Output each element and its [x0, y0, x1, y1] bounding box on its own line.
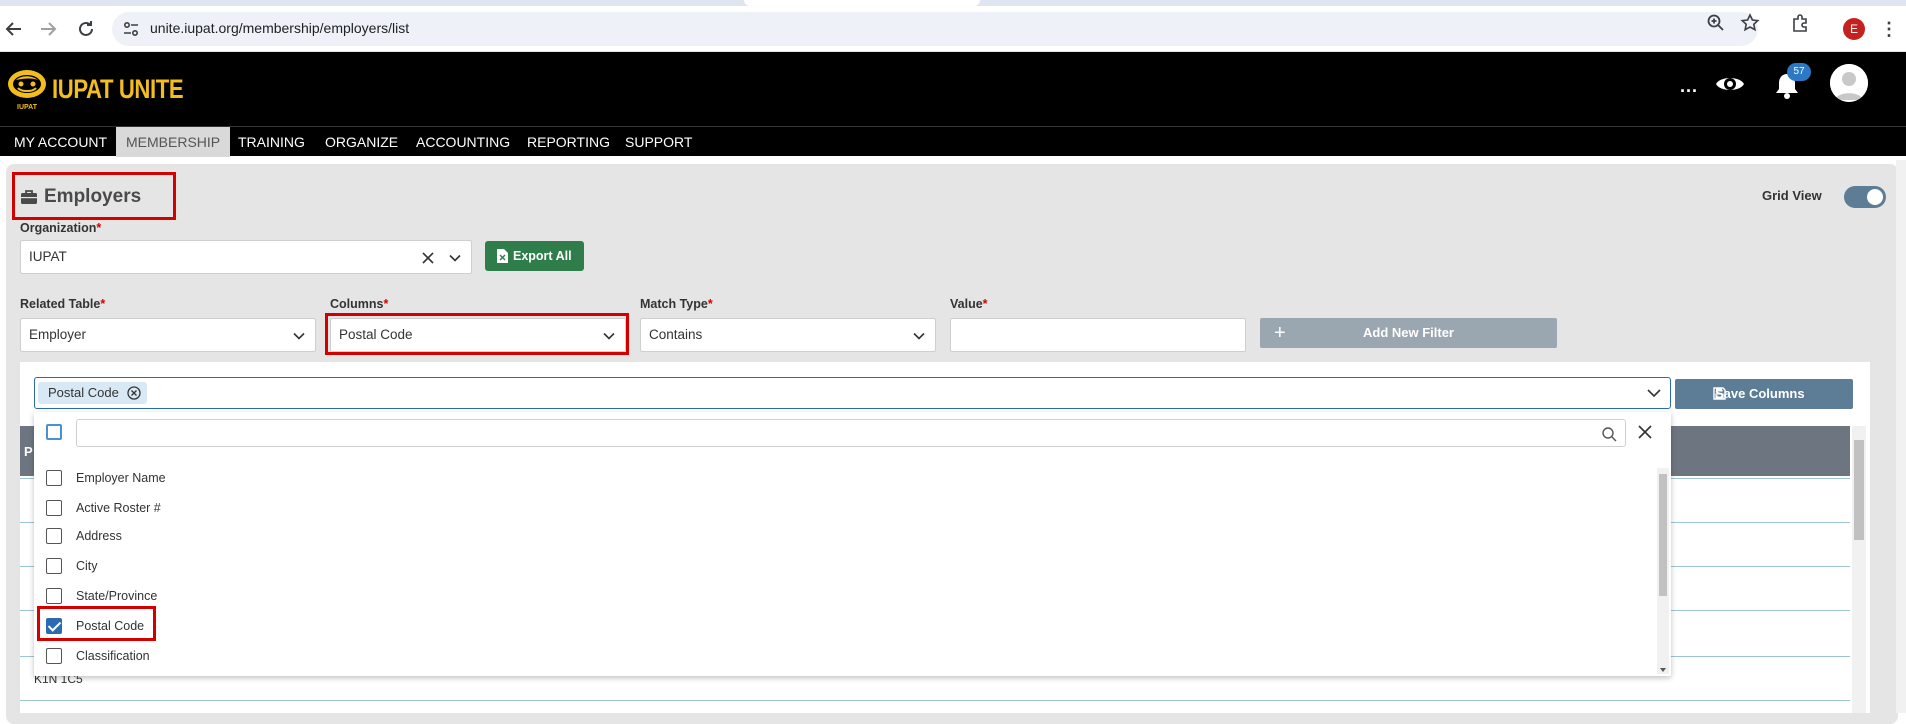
match-type-select[interactable]: Contains — [640, 318, 936, 352]
column-multiselect[interactable] — [34, 377, 1671, 409]
iupat-logo[interactable]: IUPAT IUPAT UNITE — [4, 66, 212, 112]
option-checkbox[interactable] — [46, 470, 62, 486]
page-title-text: Employers — [44, 186, 142, 207]
column-search-input[interactable] — [76, 419, 1626, 447]
value-input[interactable] — [950, 318, 1246, 352]
match-type-value: Contains — [649, 327, 703, 342]
page-title: Employers — [20, 186, 141, 208]
columns-label: Columns* — [330, 297, 389, 311]
close-icon[interactable] — [1638, 425, 1652, 439]
logo-text: IUPAT UNITE — [52, 73, 184, 104]
browser-profile-avatar[interactable]: E — [1843, 18, 1865, 40]
search-icon — [1602, 427, 1617, 442]
add-new-filter-button[interactable]: + Add New Filter — [1260, 318, 1557, 348]
puzzle-icon[interactable] — [1790, 13, 1810, 33]
option-checkbox[interactable] — [46, 588, 62, 604]
save-columns-label: Save Columns — [1715, 386, 1805, 401]
selected-column-chip[interactable]: Postal Code — [38, 382, 147, 404]
svg-text:IUPAT: IUPAT — [17, 104, 38, 111]
option-label: Employer Name — [76, 471, 166, 485]
scroll-down-arrow-icon[interactable] — [1660, 668, 1666, 672]
chip-label: Postal Code — [48, 385, 119, 400]
floppy-disk-icon — [1713, 387, 1726, 400]
select-all-checkbox[interactable] — [46, 424, 62, 440]
notification-badge: 57 — [1787, 63, 1811, 81]
chevron-down-icon[interactable] — [449, 252, 461, 264]
column-option-city[interactable]: City — [46, 556, 98, 576]
column-option-employer-name[interactable]: Employer Name — [46, 468, 166, 488]
more-options-icon[interactable]: ... — [1680, 76, 1698, 97]
postal-code-highlight-box — [37, 606, 156, 641]
related-table-value: Employer — [29, 327, 87, 342]
menu-reporting[interactable]: REPORTING — [517, 127, 620, 157]
zoom-icon[interactable] — [1706, 13, 1726, 33]
option-checkbox[interactable] — [46, 558, 62, 574]
option-checkbox[interactable] — [46, 500, 62, 516]
match-type-label: Match Type* — [640, 297, 713, 311]
organization-select[interactable]: IUPAT — [20, 240, 472, 274]
iupat-logo-mark: IUPAT — [8, 70, 46, 111]
column-option-active-roster[interactable]: Active Roster # — [46, 498, 161, 518]
grid-scrollbar[interactable] — [1852, 426, 1866, 713]
menu-training[interactable]: TRAINING — [228, 127, 315, 157]
forward-arrow-icon[interactable] — [36, 17, 60, 41]
add-new-filter-label: Add New Filter — [1362, 325, 1454, 340]
organization-label: Organization* — [20, 221, 102, 235]
export-all-label: Export All — [513, 249, 572, 263]
dropdown-scrollbar[interactable] — [1657, 468, 1669, 674]
briefcase-icon — [21, 190, 37, 204]
related-table-select[interactable]: Employer — [20, 318, 316, 352]
option-checkbox[interactable] — [46, 528, 62, 544]
star-icon[interactable] — [1740, 13, 1760, 33]
column-option-state-province[interactable]: State/Province — [46, 586, 157, 606]
site-settings-icon[interactable] — [122, 20, 140, 38]
grid-row-divider — [20, 700, 1850, 701]
plus-icon: + — [1274, 322, 1286, 344]
chevron-down-icon[interactable] — [293, 330, 305, 342]
column-option-classification[interactable]: Classification — [46, 646, 150, 666]
browser-toolbar: unite.iupat.org/membership/employers/lis… — [0, 6, 1906, 52]
grid-header-text: P — [24, 444, 33, 459]
menu-support[interactable]: SUPPORT — [615, 127, 702, 157]
back-arrow-icon[interactable] — [2, 17, 26, 41]
app-header: IUPAT IUPAT UNITE ... 57 — [0, 52, 1906, 126]
grid-view-label: Grid View — [1762, 188, 1822, 203]
column-option-address[interactable]: Address — [46, 526, 122, 546]
columns-highlight-box — [325, 313, 629, 355]
dropdown-scrollbar-thumb[interactable] — [1659, 474, 1667, 596]
export-all-button[interactable]: Export All — [485, 241, 584, 271]
user-avatar[interactable] — [1830, 64, 1868, 102]
remove-chip-icon[interactable] — [127, 386, 141, 400]
menu-membership[interactable]: MEMBERSHIP — [116, 127, 231, 157]
organization-value: IUPAT — [29, 249, 67, 264]
save-columns-button[interactable]: Save Columns — [1675, 379, 1853, 409]
excel-file-icon — [497, 249, 508, 263]
option-label: State/Province — [76, 589, 158, 603]
chevron-down-icon[interactable] — [1647, 387, 1661, 399]
option-label: Address — [76, 529, 122, 543]
menu-accounting[interactable]: ACCOUNTING — [406, 127, 520, 157]
clear-icon[interactable] — [421, 251, 435, 265]
menu-my-account[interactable]: MY ACCOUNT — [4, 127, 117, 157]
option-label: Active Roster # — [76, 501, 161, 515]
grid-view-toggle[interactable] — [1844, 186, 1886, 208]
page-scrollbar[interactable] — [1896, 160, 1906, 713]
chevron-down-icon[interactable] — [913, 330, 925, 342]
value-label: Value* — [950, 297, 988, 311]
option-label: City — [76, 559, 98, 573]
option-checkbox[interactable] — [46, 648, 62, 664]
browser-menu-icon[interactable]: ⋮ — [1880, 16, 1898, 42]
column-dropdown-panel — [34, 412, 1671, 676]
related-table-label: Related Table* — [20, 297, 106, 311]
url-text[interactable]: unite.iupat.org/membership/employers/lis… — [150, 20, 409, 36]
option-label: Classification — [76, 649, 150, 663]
menu-organize[interactable]: ORGANIZE — [315, 127, 408, 157]
address-bar[interactable]: unite.iupat.org/membership/employers/lis… — [112, 12, 1758, 46]
grid-scrollbar-thumb[interactable] — [1854, 440, 1864, 540]
eye-icon[interactable] — [1714, 70, 1746, 98]
reload-icon[interactable] — [74, 17, 98, 41]
main-menu: MY ACCOUNT MEMBERSHIP TRAINING ORGANIZE … — [0, 126, 1906, 157]
